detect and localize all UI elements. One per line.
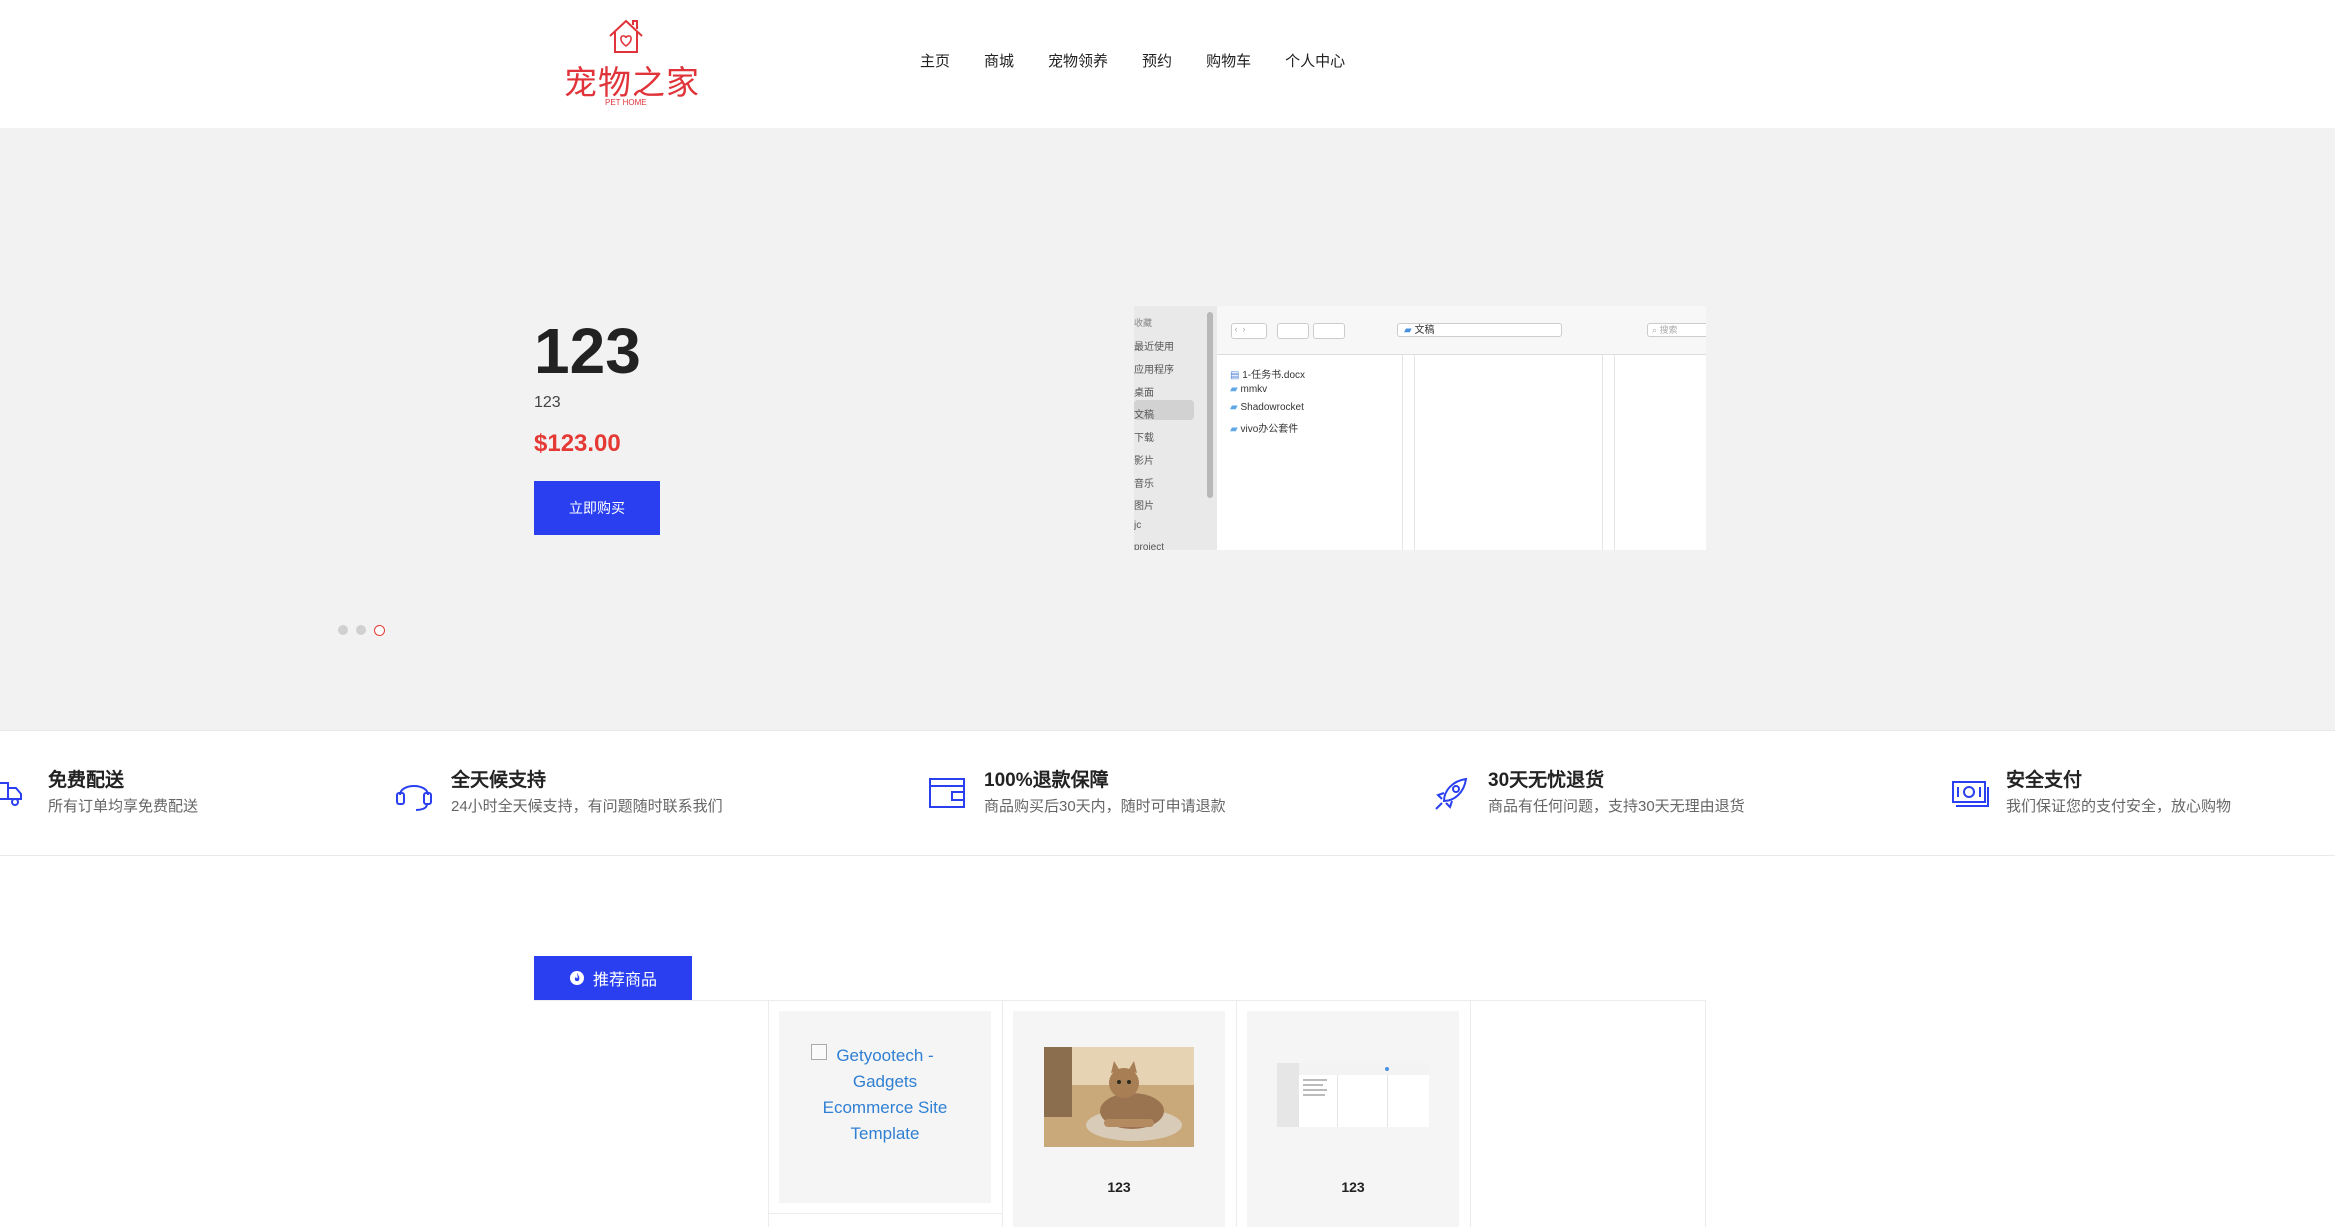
finder-sidebar-item: jc (1134, 520, 1142, 531)
flame-icon (569, 971, 584, 985)
product-card[interactable]: 123 (1247, 1011, 1459, 1227)
product-card[interactable]: Getyootech - Gadgets Ecommerce Site Temp… (779, 1011, 991, 1203)
card-bottom-border (768, 1213, 1002, 1214)
folder-icon: ▰ (1230, 384, 1238, 395)
finder-sidebar-item: 最近使用 (1134, 342, 1174, 353)
finder-column-divider (1602, 355, 1603, 550)
feature-desc: 24小时全天候支持，有问题随时联系我们 (451, 798, 723, 815)
headset-icon (396, 785, 432, 811)
file-name: mmkv (1240, 384, 1268, 395)
card-divider (1470, 1001, 1471, 1227)
feature-desc: 商品有任何问题，支持30天无理由退货 (1488, 798, 1745, 815)
nav-appointment[interactable]: 预约 (1142, 50, 1172, 71)
house-heart-icon (609, 19, 643, 53)
logo-subtext: PET HOME (605, 98, 647, 107)
finder-scrollbar (1207, 312, 1213, 498)
nav-profile[interactable]: 个人中心 (1285, 50, 1345, 71)
tab-recommended-label: 推荐商品 (592, 972, 657, 989)
hero-price: $123.00 (534, 430, 621, 457)
card-divider (768, 1001, 769, 1227)
feature-desc: 我们保证您的支付安全，放心购物 (2006, 798, 2232, 815)
tab-underline (534, 1000, 1706, 1001)
card-divider (1002, 1001, 1003, 1227)
tab-recommended[interactable]: 推荐商品 (534, 956, 692, 1000)
finder-sidebar-item: 应用程序 (1134, 365, 1174, 376)
buy-now-button[interactable]: 立即购买 (534, 481, 660, 535)
finder-column-divider (1614, 355, 1615, 550)
feature-title: 全天候支持 (451, 770, 547, 791)
columns-view-icon (1277, 323, 1309, 339)
product-card[interactable]: 123 (1013, 1011, 1225, 1227)
hero-title: 123 (534, 315, 641, 387)
hero-slider: 123 123 $123.00 立即购买 收藏 最近使用 应用程序 桌面 文稿 … (0, 128, 2335, 730)
feature-title: 30天无忧退货 (1488, 770, 1605, 791)
product-name[interactable]: 123 (1247, 1179, 1459, 1195)
slider-dot-1[interactable] (338, 625, 348, 635)
finder-sidebar-item: 桌面 (1134, 388, 1154, 399)
hero-subtitle: 123 (534, 394, 561, 411)
money-icon (1952, 781, 1989, 807)
slider-dots (338, 625, 385, 636)
finder-file: ▰ Shadowrocket (1230, 402, 1304, 413)
finder-screenshot-image[interactable] (1277, 1063, 1429, 1127)
site-header: 宠物之家 PET HOME 主页 商城 宠物领养 预约 购物车 个人中心 (0, 0, 2335, 128)
card-divider (1236, 1001, 1237, 1227)
product-image-alt[interactable]: Getyootech - Gadgets Ecommerce Site Temp… (809, 1043, 961, 1147)
file-name: vivo办公套件 (1240, 424, 1299, 435)
finder-sidebar-item: 影片 (1134, 456, 1154, 467)
finder-search-placeholder: 搜索 (1659, 325, 1678, 335)
finder-file: ▰ vivo办公套件 (1230, 420, 1298, 435)
finder-sidebar-item: 图片 (1134, 501, 1154, 512)
finder-sidebar-item: 下载 (1134, 433, 1154, 444)
slider-dot-3[interactable] (374, 625, 385, 636)
nav-shop[interactable]: 商城 (984, 50, 1014, 71)
wallet-icon (929, 778, 965, 808)
feature-desc: 所有订单均享免费配送 (48, 798, 199, 815)
finder-sidebar-item: 音乐 (1134, 479, 1154, 490)
product-name[interactable]: 123 (1013, 1179, 1225, 1195)
card-divider (1705, 1001, 1706, 1227)
main-nav: 主页 商城 宠物领养 预约 购物车 个人中心 (920, 50, 1379, 71)
finder-toolbar: ‹ › ▰ 文稿 ⌕ 搜索 (1217, 306, 1706, 355)
folder-path-select: ▰ 文稿 (1397, 323, 1562, 337)
nav-adoption[interactable]: 宠物领养 (1048, 50, 1108, 71)
folder-icon: ▰ (1404, 325, 1412, 336)
site-logo[interactable]: 宠物之家 PET HOME (560, 16, 699, 108)
features-bar: 免费配送 所有订单均享免费配送 全天候支持 24小时全天候支持，有问题随时联系我… (0, 730, 2335, 856)
finder-sidebar-item: 文稿 (1134, 410, 1154, 421)
folder-name: 文稿 (1414, 325, 1435, 336)
slider-dot-2[interactable] (356, 625, 366, 635)
finder-column-divider (1402, 355, 1403, 550)
cat-photo-image[interactable] (1044, 1047, 1194, 1147)
hero-product-image: 收藏 最近使用 应用程序 桌面 文稿 下载 影片 音乐 图片 jc projec… (1134, 306, 1706, 550)
logo-text: 宠物之家 (564, 63, 700, 102)
finder-sidebar-header: 收藏 (1134, 318, 1153, 328)
doc-icon: ▤ (1230, 370, 1240, 381)
feature-title: 免费配送 (48, 770, 125, 791)
finder-file: ▰ mmkv (1230, 384, 1267, 395)
folder-icon: ▰ (1230, 402, 1238, 413)
feature-desc: 商品购买后30天内，随时可申请退款 (984, 798, 1226, 815)
file-name: Shadowrocket (1240, 402, 1304, 413)
finder-sidebar-item: project (1134, 542, 1165, 550)
finder-file: ▤ 1-任务书.docx (1230, 366, 1305, 381)
folder-icon: ▰ (1230, 424, 1238, 435)
rocket-icon (1435, 777, 1468, 810)
back-forward-icon: ‹ › (1231, 323, 1267, 339)
feature-title: 安全支付 (2006, 770, 2083, 791)
nav-home[interactable]: 主页 (920, 50, 950, 71)
finder-column-divider (1414, 355, 1415, 550)
feature-title: 100%退款保障 (984, 770, 1109, 791)
truck-icon (0, 782, 22, 806)
file-name: 1-任务书.docx (1242, 370, 1306, 381)
finder-search-field: ⌕ 搜索 (1647, 323, 1706, 337)
finder-sidebar: 收藏 最近使用 应用程序 桌面 文稿 下载 影片 音乐 图片 jc projec… (1134, 306, 1217, 550)
nav-cart[interactable]: 购物车 (1206, 50, 1251, 71)
grid-view-icon (1313, 323, 1345, 339)
